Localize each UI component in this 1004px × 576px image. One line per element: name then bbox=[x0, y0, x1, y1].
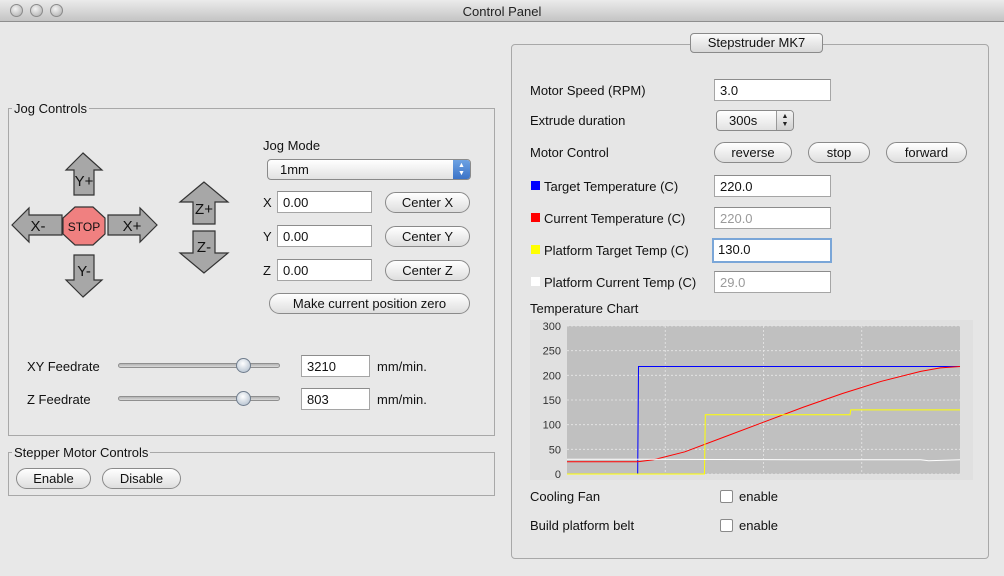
z-plus-label: Z+ bbox=[195, 201, 213, 218]
forward-button[interactable]: forward bbox=[886, 142, 967, 163]
x-minus-label: X- bbox=[31, 218, 46, 235]
current-temp-field: 220.0 bbox=[714, 207, 831, 229]
chart-y-tick-label: 250 bbox=[543, 346, 561, 358]
jog-pad: Y+ Y- X- X+ STOP bbox=[11, 152, 158, 298]
y-minus-button[interactable]: Y- bbox=[64, 254, 104, 298]
z-feedrate-unit: mm/min. bbox=[377, 392, 427, 407]
stop-motor-button[interactable]: stop bbox=[808, 142, 870, 163]
title-bar: Control Panel bbox=[0, 0, 1004, 22]
z-plus-button[interactable]: Z+ bbox=[178, 181, 230, 225]
x-position-field[interactable]: 0.00 bbox=[277, 191, 372, 213]
jog-controls-legend: Jog Controls bbox=[12, 101, 89, 116]
motor-speed-field[interactable]: 3.0 bbox=[714, 79, 831, 101]
jog-mode-label: Jog Mode bbox=[263, 138, 321, 153]
disable-steppers-button[interactable]: Disable bbox=[102, 468, 181, 489]
chart-y-tick-label: 150 bbox=[543, 395, 561, 407]
make-zero-button[interactable]: Make current position zero bbox=[269, 293, 470, 314]
chart-y-tick-label: 0 bbox=[555, 469, 561, 480]
xy-feedrate-field[interactable]: 3210 bbox=[301, 355, 370, 377]
jog-mode-select[interactable]: 1mm ▲ ▼ bbox=[267, 159, 471, 180]
stop-button[interactable]: STOP bbox=[62, 206, 106, 246]
y-label: Y bbox=[263, 229, 272, 244]
build-belt-checkbox[interactable] bbox=[720, 519, 733, 532]
target-temp-field[interactable]: 220.0 bbox=[714, 175, 831, 197]
x-minus-button[interactable]: X- bbox=[11, 206, 63, 244]
y-plus-label: Y+ bbox=[75, 173, 94, 190]
z-minus-button[interactable]: Z- bbox=[178, 230, 230, 274]
tab-stepstruder[interactable]: Stepstruder MK7 bbox=[690, 33, 823, 53]
platform-target-swatch bbox=[531, 245, 540, 254]
target-temp-swatch bbox=[531, 181, 540, 190]
motor-control-label: Motor Control bbox=[530, 145, 609, 160]
window-title: Control Panel bbox=[462, 4, 542, 19]
platform-target-field[interactable]: 130.0 bbox=[712, 238, 832, 263]
x-plus-button[interactable]: X+ bbox=[107, 206, 158, 244]
reverse-button[interactable]: reverse bbox=[714, 142, 792, 163]
z-feedrate-slider-knob[interactable] bbox=[235, 391, 251, 406]
center-z-button[interactable]: Center Z bbox=[385, 260, 470, 281]
extrude-duration-value: 300s bbox=[729, 113, 758, 128]
jog-mode-value: 1mm bbox=[280, 162, 309, 177]
stop-label: STOP bbox=[68, 220, 100, 234]
z-jog-pad: Z+ Z- bbox=[178, 181, 230, 274]
z-position-field[interactable]: 0.00 bbox=[277, 259, 372, 281]
z-label: Z bbox=[263, 263, 271, 278]
z-feedrate-field[interactable]: 803 bbox=[301, 388, 370, 410]
current-temp-swatch bbox=[531, 213, 540, 222]
platform-current-field: 29.0 bbox=[714, 271, 831, 293]
cooling-fan-option: enable bbox=[739, 489, 779, 504]
z-feedrate-label: Z Feedrate bbox=[27, 392, 91, 407]
current-temp-label: Current Temperature (C) bbox=[544, 211, 686, 226]
extrude-duration-label: Extrude duration bbox=[530, 113, 626, 128]
chart-y-tick-label: 300 bbox=[543, 321, 561, 333]
cooling-fan-label: Cooling Fan bbox=[530, 489, 601, 504]
extrude-duration-select[interactable]: 300s ▲ ▼ bbox=[716, 110, 794, 131]
x-label: X bbox=[263, 195, 272, 210]
chart-y-tick-label: 50 bbox=[549, 444, 561, 456]
select-arrows-icon: ▲ ▼ bbox=[453, 160, 470, 179]
chart-y-tick-label: 100 bbox=[543, 420, 561, 432]
xy-feedrate-unit: mm/min. bbox=[377, 359, 427, 374]
enable-steppers-button[interactable]: Enable bbox=[16, 468, 91, 489]
xy-feedrate-label: XY Feedrate bbox=[27, 359, 100, 374]
motor-speed-label: Motor Speed (RPM) bbox=[530, 83, 646, 98]
x-plus-label: X+ bbox=[123, 218, 142, 235]
chart-y-tick-label: 200 bbox=[543, 370, 561, 382]
xy-feedrate-slider[interactable] bbox=[118, 363, 280, 368]
stepper-motor-legend: Stepper Motor Controls bbox=[12, 445, 151, 460]
platform-current-swatch bbox=[531, 277, 540, 286]
platform-current-label: Platform Current Temp (C) bbox=[544, 275, 697, 290]
cooling-fan-checkbox[interactable] bbox=[720, 490, 733, 503]
temperature-chart-label: Temperature Chart bbox=[530, 301, 639, 316]
platform-target-label: Platform Target Temp (C) bbox=[544, 243, 689, 258]
z-minus-label: Z- bbox=[197, 239, 211, 256]
xy-feedrate-slider-knob[interactable] bbox=[235, 358, 251, 373]
target-temp-label: Target Temperature (C) bbox=[544, 179, 679, 194]
z-feedrate-slider[interactable] bbox=[118, 396, 280, 401]
y-position-field[interactable]: 0.00 bbox=[277, 225, 372, 247]
temperature-chart: 0 50 100 150 200 250 300 bbox=[530, 320, 973, 480]
center-x-button[interactable]: Center X bbox=[385, 192, 470, 213]
y-plus-button[interactable]: Y+ bbox=[64, 152, 104, 196]
build-belt-option: enable bbox=[739, 518, 779, 533]
build-belt-label: Build platform belt bbox=[530, 518, 635, 533]
center-y-button[interactable]: Center Y bbox=[385, 226, 470, 247]
select-arrows-icon: ▲ ▼ bbox=[776, 111, 793, 130]
y-minus-label: Y- bbox=[77, 263, 91, 280]
